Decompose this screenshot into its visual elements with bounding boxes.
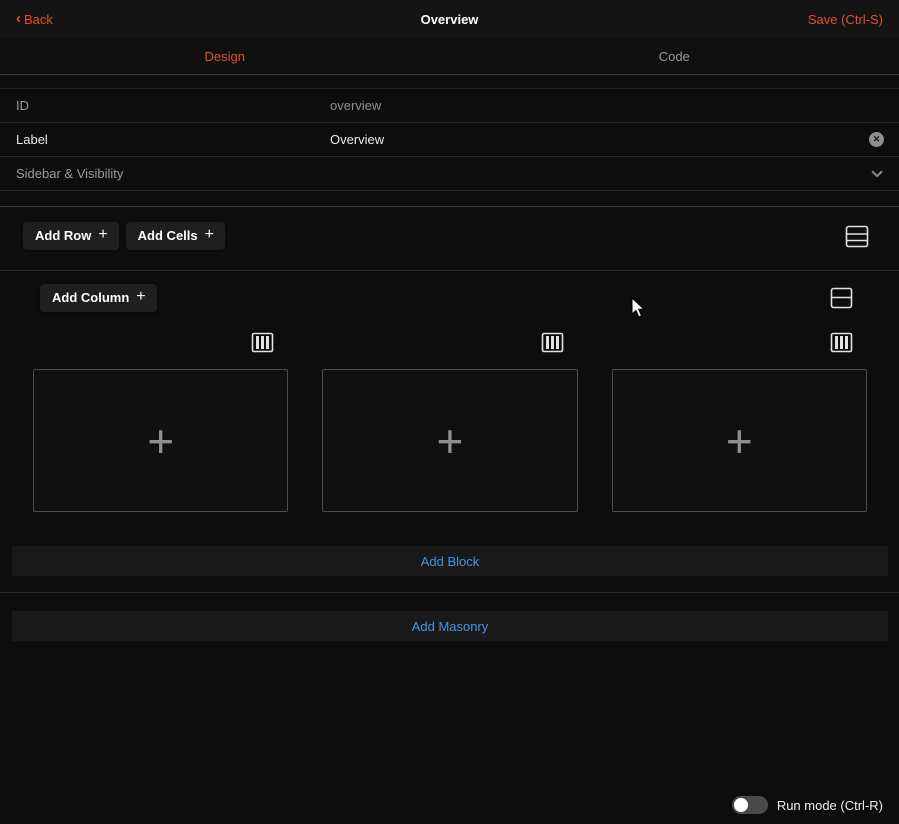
chevron-down-icon <box>871 166 882 177</box>
column-icons-row <box>33 332 867 358</box>
clear-label-button[interactable]: ✕ <box>869 132 884 147</box>
columns-icon <box>830 332 853 353</box>
rows-icon <box>845 225 869 248</box>
plus-icon: + <box>98 229 107 241</box>
tab-bar: Design Code <box>0 38 899 75</box>
label-label: Label <box>16 132 330 147</box>
properties-form: ID overview Label Overview ✕ Sidebar & V… <box>0 88 899 191</box>
add-widget-dropzone-2[interactable]: + <box>322 369 577 512</box>
add-row-button[interactable]: Add Row + <box>23 222 119 250</box>
row-controls: Add Row + Add Cells + <box>0 207 899 250</box>
add-masonry-button[interactable]: Add Masonry <box>12 611 888 641</box>
block-masonry-divider <box>0 592 899 593</box>
column-controls: Add Column + <box>0 271 899 312</box>
add-widget-dropzone-3[interactable]: + <box>612 369 867 512</box>
form-row-sidebar-visibility[interactable]: Sidebar & Visibility <box>0 157 899 191</box>
form-row-label: Label Overview ✕ <box>0 123 899 157</box>
plus-icon: + <box>726 418 753 464</box>
run-mode-toggle[interactable] <box>732 796 768 814</box>
cell-layout-button[interactable] <box>830 287 853 309</box>
toggle-knob <box>734 798 748 812</box>
add-block-button[interactable]: Add Block <box>12 546 888 576</box>
add-widget-dropzone-1[interactable]: + <box>33 369 288 512</box>
add-cells-label: Add Cells <box>138 228 198 243</box>
sidebar-visibility-label: Sidebar & Visibility <box>16 166 330 181</box>
cell-rows-icon <box>830 287 853 309</box>
column-settings-button-1[interactable] <box>251 332 274 358</box>
page-builder-screen: ‹ Back Overview Save (Ctrl-S) Design Cod… <box>0 0 899 824</box>
tab-design[interactable]: Design <box>0 38 450 74</box>
plus-icon: + <box>205 229 214 241</box>
columns-icon <box>541 332 564 353</box>
plus-icon: + <box>437 418 464 464</box>
add-cells-button[interactable]: Add Cells + <box>126 222 225 250</box>
form-row-id: ID overview <box>0 89 899 123</box>
id-label: ID <box>16 98 330 113</box>
columns-icon <box>251 332 274 353</box>
tab-code[interactable]: Code <box>450 38 899 74</box>
close-icon: ✕ <box>873 135 881 144</box>
drop-boxes-row: + + + <box>33 369 867 512</box>
run-mode-label: Run mode (Ctrl-R) <box>777 798 883 813</box>
row-layout-button[interactable] <box>845 225 869 248</box>
footer-bar: Run mode (Ctrl-R) <box>732 796 883 814</box>
back-button[interactable]: ‹ Back <box>16 12 53 27</box>
add-column-button[interactable]: Add Column + <box>40 284 157 312</box>
id-field[interactable]: overview <box>330 98 899 113</box>
column-settings-button-2[interactable] <box>541 332 564 358</box>
back-chevron-icon: ‹ <box>16 11 21 26</box>
column-settings-button-3[interactable] <box>830 332 853 358</box>
add-row-label: Add Row <box>35 228 91 243</box>
page-title: Overview <box>421 12 479 27</box>
top-bar: ‹ Back Overview Save (Ctrl-S) <box>0 0 899 38</box>
back-button-label: Back <box>24 12 53 27</box>
plus-icon: + <box>136 291 145 303</box>
plus-icon: + <box>147 418 174 464</box>
add-column-label: Add Column <box>52 290 129 305</box>
save-button[interactable]: Save (Ctrl-S) <box>808 12 883 27</box>
label-field[interactable]: Overview <box>330 132 869 147</box>
